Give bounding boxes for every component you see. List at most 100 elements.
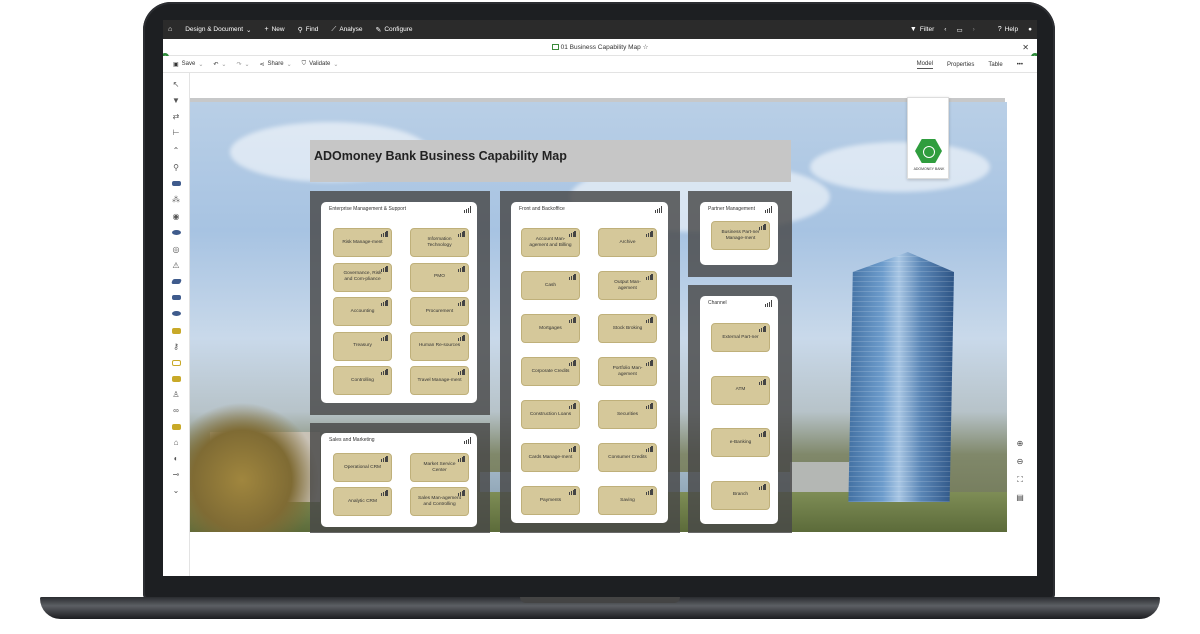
target-icon[interactable]: ◉	[170, 211, 182, 223]
capability-enterprise[interactable]: Procurement	[410, 297, 469, 326]
capability-front[interactable]: Construction Loans	[521, 400, 580, 429]
capability-enterprise[interactable]: Treasury	[333, 331, 392, 361]
more-button[interactable]: •••	[1017, 62, 1023, 68]
filter-button[interactable]: ▼ Filter	[910, 26, 934, 33]
capability-front[interactable]: Portfolio Man-agement	[598, 357, 657, 386]
find-button[interactable]: ⚲ Find	[298, 26, 319, 34]
group-label: Partner Management	[708, 206, 755, 212]
goal-icon[interactable]: ◎	[170, 244, 182, 256]
help-button[interactable]: ? Help	[998, 26, 1018, 33]
capability-front[interactable]: Account Man-agement and Billing	[521, 228, 580, 257]
half-circle-icon[interactable]: ◐	[170, 453, 182, 465]
capability-sales[interactable]: Sales Man-agement and Controlling	[410, 487, 469, 516]
filter-icon: ▼	[909, 26, 917, 33]
chevron-right-icon[interactable]: ›	[973, 26, 975, 33]
model-canvas[interactable]: ADOmoney Bank Business Capability Map AD…	[190, 73, 1010, 576]
chevron-down-icon[interactable]: ⌄	[170, 485, 182, 497]
capability-front[interactable]: Cards Manage-ment	[521, 443, 580, 472]
capability-front[interactable]: Saving	[598, 486, 657, 515]
maturity-icon	[458, 300, 465, 306]
person-icon[interactable]: ♙	[170, 389, 182, 401]
key-icon[interactable]: ⚷	[170, 341, 182, 353]
undo-button[interactable]: ↶ ⌄	[213, 61, 226, 68]
capability-enterprise[interactable]: Accounting	[333, 297, 392, 326]
capability-channel[interactable]: Branch	[711, 480, 770, 510]
design-document-menu[interactable]: Design & Document ⌄	[185, 26, 251, 34]
capability-sales[interactable]: Analytic CRM	[333, 487, 392, 516]
zoom-in-icon[interactable]: ⊕	[1014, 438, 1026, 450]
capability-enterprise[interactable]: PMO	[410, 262, 469, 292]
oval-icon[interactable]	[170, 308, 182, 320]
capability-front[interactable]: Securities	[598, 400, 657, 429]
maturity-icon	[381, 265, 388, 272]
tab-table[interactable]: Table	[988, 62, 1002, 68]
chevron-down-icon: ⌄	[246, 26, 252, 34]
share-button[interactable]: ⋖ Share ⌄	[260, 61, 292, 68]
plus-icon: +	[264, 26, 269, 33]
diagram-title[interactable]: ADOmoney Bank Business Capability Map	[310, 140, 791, 182]
capability-sales[interactable]: Market Service Center	[410, 453, 469, 482]
bank-logo-card[interactable]: ADOMONEY BANK	[907, 97, 949, 179]
capability-enterprise[interactable]: Risk Manage-ment	[333, 228, 392, 257]
redo-button[interactable]: ↷ ⌄	[236, 61, 249, 68]
capability-enterprise[interactable]: Human Re-sources	[410, 331, 469, 361]
maturity-icon	[646, 231, 653, 237]
filter-icon[interactable]: ▼	[170, 95, 182, 107]
validate-button[interactable]: ⛉ Validate ⌄	[302, 61, 339, 68]
capability-front[interactable]: Cash	[521, 271, 580, 300]
connector-icon[interactable]: ⊸	[170, 469, 182, 481]
capability-front[interactable]: Stock Broking	[598, 314, 657, 343]
capability-enterprise[interactable]: Information Technology	[410, 228, 469, 257]
configure-button[interactable]: ✎ Configure	[375, 26, 412, 34]
capability-label: Mortgages	[539, 325, 562, 331]
capability-front[interactable]: Payments	[521, 486, 580, 515]
capability-label: ATM	[735, 387, 746, 393]
capability-enterprise[interactable]: Governance, Risk and Com-pliance	[333, 262, 392, 292]
collapse-up-icon[interactable]: ⌃	[170, 145, 182, 157]
tab-model[interactable]: Model	[916, 61, 933, 69]
double-rect-icon[interactable]	[170, 292, 182, 304]
zoom-out-icon[interactable]: ⊖	[1014, 456, 1026, 468]
house-shape-icon[interactable]: ⌂	[170, 437, 182, 449]
bank-logo-caption: ADOMONEY BANK	[913, 167, 945, 171]
arrow-shape-icon[interactable]	[170, 421, 182, 433]
close-icon[interactable]: ✕	[1022, 39, 1029, 56]
capability-channel[interactable]: e-Banking	[711, 428, 770, 457]
export-icon[interactable]: ▤	[1014, 492, 1026, 504]
alert-icon[interactable]: ⚠	[170, 260, 182, 272]
parallelogram-icon[interactable]	[170, 276, 182, 288]
capability-front[interactable]: Consumer Credits	[598, 443, 657, 472]
new-button[interactable]: + New	[265, 26, 285, 33]
pointer-icon[interactable]: ↖	[170, 79, 182, 91]
chevron-shape-icon[interactable]	[170, 373, 182, 385]
capability-front[interactable]: Archive	[598, 228, 657, 257]
network-icon[interactable]: ⁂	[170, 194, 182, 206]
user-icon[interactable]: ●	[1028, 26, 1032, 33]
capability-enterprise[interactable]: Travel Manage-ment	[410, 366, 469, 395]
save-button[interactable]: ▣ Save ⌄	[173, 61, 203, 68]
capability-enterprise[interactable]: Controlling	[333, 366, 392, 395]
capability-front[interactable]: Output Man-agement	[598, 271, 657, 300]
capability-label: Output Man-agement	[614, 279, 641, 291]
ellipse-icon[interactable]	[170, 227, 182, 239]
fit-screen-icon[interactable]: ⛶	[1014, 474, 1026, 486]
capability-channel[interactable]: External Part-ner	[711, 323, 770, 352]
tab-properties[interactable]: Properties	[947, 62, 974, 68]
capability-partner[interactable]: Business Part-ner Manage-ment	[711, 221, 770, 250]
chevron-left-icon[interactable]: ‹	[944, 26, 946, 33]
capability-sales[interactable]: Operational CRM	[333, 453, 392, 482]
capability-front[interactable]: Mortgages	[521, 314, 580, 343]
capability-front[interactable]: Corporate Credits	[521, 357, 580, 386]
maturity-icon	[569, 403, 576, 409]
grid-icon[interactable]	[170, 325, 182, 337]
swimlane-icon[interactable]: ⊢	[170, 127, 182, 139]
battery-icon[interactable]	[170, 357, 182, 369]
stripes-icon[interactable]	[170, 178, 182, 190]
capability-channel[interactable]: ATM	[711, 375, 770, 405]
zoom-search-icon[interactable]: ⚲	[170, 162, 182, 174]
rings-icon[interactable]: ∞	[170, 405, 182, 417]
connect-icon[interactable]: ⇄	[170, 111, 182, 123]
home-button[interactable]: ⌂	[168, 26, 172, 33]
window-icon[interactable]: ▭	[956, 26, 962, 34]
analyse-button[interactable]: ⟋ Analyse	[331, 26, 362, 34]
